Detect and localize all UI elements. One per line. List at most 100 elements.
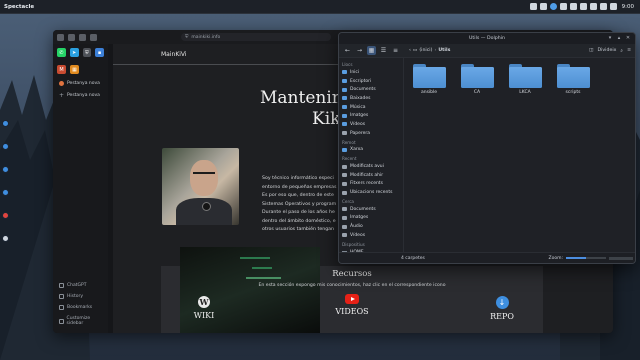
place-item-inici[interactable]: Inici bbox=[339, 68, 403, 77]
folder-item[interactable]: ansible bbox=[409, 64, 449, 95]
shield-icon[interactable] bbox=[559, 3, 567, 10]
shield-icon[interactable]: ⛨ bbox=[82, 48, 92, 57]
search-icon[interactable]: ⌕ bbox=[620, 48, 623, 54]
new-tab-button[interactable]: + Pestanya nova bbox=[53, 89, 108, 102]
status-bar: 4 carpetes Zoom: bbox=[339, 252, 635, 263]
plus-icon: + bbox=[59, 92, 65, 99]
search-item[interactable]: Vídeos bbox=[339, 231, 403, 240]
place-item-documents[interactable]: Documents bbox=[339, 85, 403, 94]
breadcrumb: ‹ ▭ (inici) › Utils bbox=[409, 48, 450, 53]
sidebar-chatgpt[interactable]: ChatGPT bbox=[53, 280, 108, 291]
wiki-link[interactable]: W WIKI bbox=[169, 296, 239, 320]
window-icon[interactable] bbox=[529, 3, 537, 10]
place-label: Documents bbox=[350, 206, 376, 212]
app-launcher-icon[interactable] bbox=[2, 120, 9, 127]
trash-icon bbox=[342, 131, 347, 136]
sidebar-toggle-icon[interactable] bbox=[57, 33, 64, 41]
recent-item[interactable]: Modificats avui bbox=[339, 162, 403, 171]
search-item[interactable]: Imatges bbox=[339, 214, 403, 223]
details-view-icon[interactable]: ≡ bbox=[391, 46, 400, 55]
tab-label: Pestanya nova bbox=[67, 81, 100, 86]
maximize-icon[interactable]: ▴ bbox=[616, 35, 622, 41]
telegram-icon[interactable]: ➤ bbox=[69, 48, 79, 57]
history-icon bbox=[59, 294, 64, 299]
zoom-slider[interactable] bbox=[566, 257, 606, 259]
bio-line: Soy técnico informático especi bbox=[262, 176, 334, 181]
place-item-imatges[interactable]: Imatges bbox=[339, 111, 403, 120]
videos-link[interactable]: VIDEOS bbox=[317, 294, 387, 316]
clock[interactable]: 9:00 bbox=[622, 4, 634, 10]
place-item-baixades[interactable]: Baixades bbox=[339, 94, 403, 103]
sidebar-bookmarks[interactable]: Bookmarks bbox=[53, 302, 108, 313]
zoom-slider-fill bbox=[566, 257, 586, 259]
compact-view-icon[interactable]: ☰ bbox=[379, 46, 388, 55]
close-icon[interactable]: ✕ bbox=[625, 35, 631, 41]
back-icon[interactable] bbox=[68, 33, 75, 41]
youtube-icon bbox=[345, 294, 359, 304]
calendar-icon[interactable]: ▦ bbox=[70, 65, 79, 74]
breadcrumb-current[interactable]: Utils bbox=[438, 48, 450, 53]
place-item-paperera[interactable]: Paperera bbox=[339, 129, 403, 138]
place-label: Imatges bbox=[350, 113, 369, 119]
tab-label: Pestanya nova bbox=[67, 93, 100, 98]
forward-icon[interactable] bbox=[79, 33, 86, 41]
reload-icon[interactable] bbox=[90, 33, 97, 41]
wikipedia-icon: W bbox=[198, 296, 210, 308]
minimize-icon[interactable]: ▾ bbox=[607, 35, 613, 41]
browser-icon[interactable] bbox=[2, 189, 9, 196]
bookmark-icon bbox=[59, 305, 64, 310]
place-item-videos[interactable]: Vídeos bbox=[339, 120, 403, 129]
folder-item[interactable]: scripts bbox=[553, 64, 593, 95]
browser-icon[interactable] bbox=[2, 143, 9, 150]
menu-icon[interactable]: ≡ bbox=[627, 48, 631, 53]
app-icon[interactable]: ▪ bbox=[95, 48, 104, 57]
recent-item[interactable]: Ubicacions recents bbox=[339, 188, 403, 197]
search-item[interactable]: Documents bbox=[339, 205, 403, 214]
sync-icon[interactable] bbox=[549, 3, 557, 10]
network-icon[interactable] bbox=[579, 3, 587, 10]
sidebar-history[interactable]: History bbox=[53, 291, 108, 302]
tab-item[interactable]: Pestanya nova bbox=[53, 78, 108, 89]
recent-item[interactable]: Fitxers recents bbox=[339, 180, 403, 189]
repo-link[interactable]: ↓ REPO bbox=[467, 296, 537, 321]
window-icon[interactable] bbox=[539, 3, 547, 10]
battery-icon[interactable] bbox=[599, 3, 607, 10]
sidebar-customize[interactable]: Customize sidebar bbox=[53, 313, 108, 329]
clipboard-icon[interactable] bbox=[609, 3, 617, 10]
address-bar[interactable]: ⛨ mainkiki.info bbox=[181, 33, 331, 41]
browser-icon[interactable] bbox=[2, 166, 9, 173]
folder-item[interactable]: CA bbox=[457, 64, 497, 95]
split-label[interactable]: Divideix bbox=[597, 48, 616, 53]
section-header: Cerca bbox=[342, 198, 354, 204]
bluetooth-icon[interactable] bbox=[589, 3, 597, 10]
pinned-apps: ✆ ➤ ⛨ ▪ bbox=[53, 44, 108, 61]
place-label: Ubicacions recents bbox=[350, 190, 393, 196]
breadcrumb-home[interactable]: (inici) bbox=[419, 48, 432, 53]
shield-icon: ⛨ bbox=[185, 35, 189, 40]
place-item-escriptori[interactable]: Escriptori bbox=[339, 77, 403, 86]
chatgpt-icon bbox=[59, 283, 64, 288]
search-item[interactable]: Àudio bbox=[339, 222, 403, 231]
forward-icon[interactable]: → bbox=[355, 46, 364, 55]
left-dock bbox=[1, 120, 10, 242]
app-icon[interactable] bbox=[2, 212, 9, 219]
chevron-left-icon[interactable]: ‹ bbox=[409, 48, 411, 53]
split-view-icon[interactable]: ◫ bbox=[589, 48, 593, 53]
place-item-xarxa[interactable]: Xarxa bbox=[339, 146, 403, 155]
folder-item[interactable]: LKCA bbox=[505, 64, 545, 95]
folder-icon bbox=[460, 64, 494, 88]
site-name[interactable]: MainKiVi bbox=[161, 51, 187, 58]
pinned-apps-row2: M ▦ bbox=[53, 61, 108, 78]
bio-line: entorno de pequeñas empresas bbox=[262, 184, 337, 190]
window-titlebar[interactable]: Utils — Dolphin ▾ ▴ ✕ bbox=[339, 33, 635, 44]
icons-view-icon[interactable]: ▦ bbox=[367, 46, 376, 55]
place-item-musica[interactable]: Música bbox=[339, 103, 403, 112]
volume-icon[interactable] bbox=[569, 3, 577, 10]
sidebar-footer: ChatGPT History Bookmarks Customize side… bbox=[53, 280, 108, 329]
app-icon[interactable] bbox=[2, 235, 9, 242]
pictures-icon bbox=[342, 113, 347, 118]
gmail-icon[interactable]: M bbox=[57, 65, 66, 74]
recent-item[interactable]: Modificats ahir bbox=[339, 171, 403, 180]
back-icon[interactable]: ← bbox=[343, 46, 352, 55]
whatsapp-icon[interactable]: ✆ bbox=[57, 48, 66, 57]
